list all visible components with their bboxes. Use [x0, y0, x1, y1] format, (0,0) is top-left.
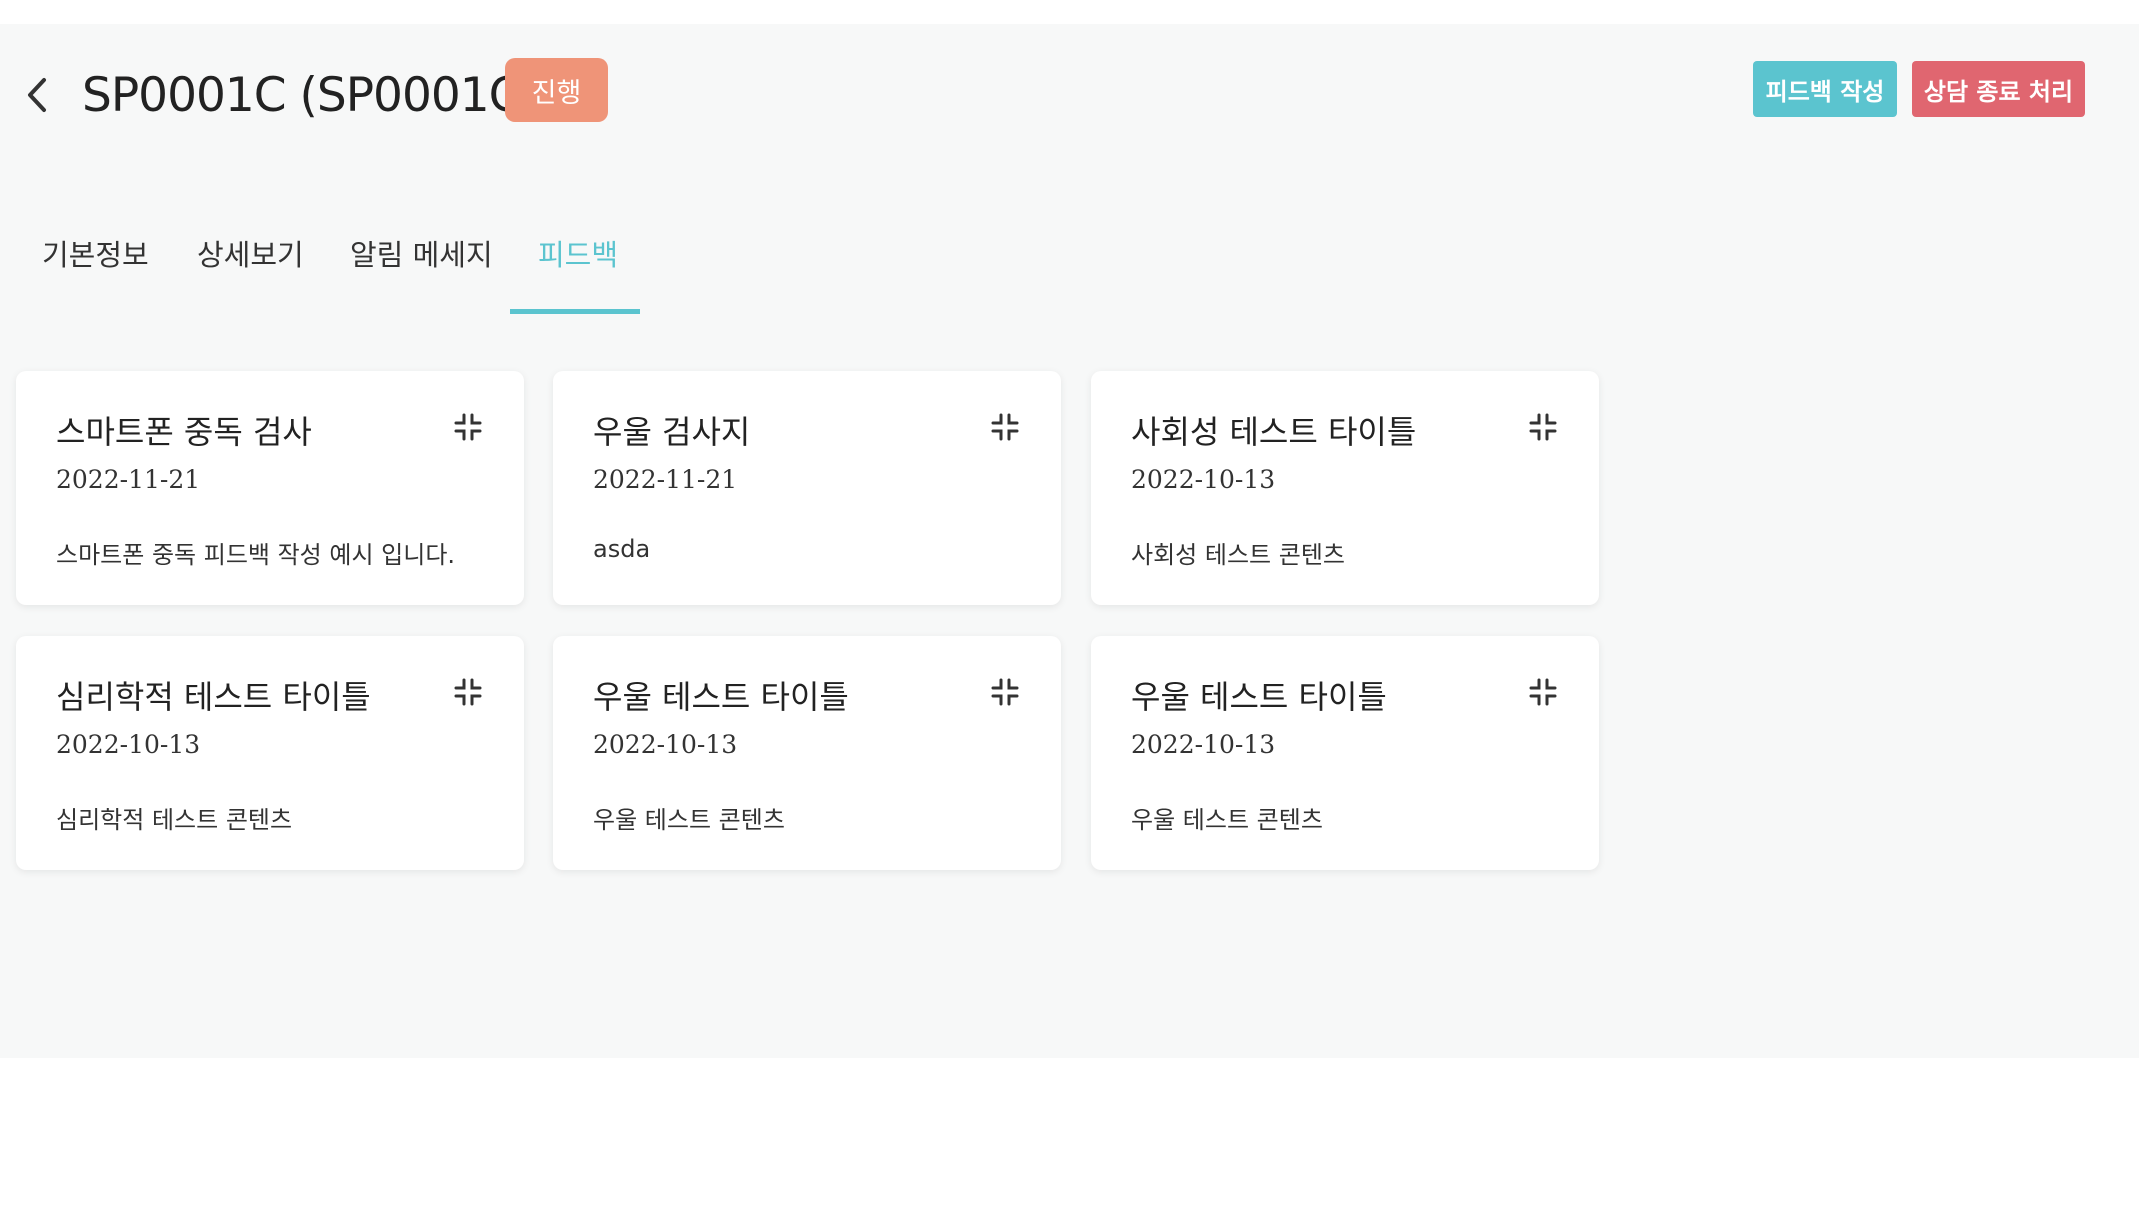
page-header: SP0001C (SP0001C1) 진행 피드백 작성 상담 종료 처리: [0, 56, 2139, 136]
feedback-card[interactable]: 사회성 테스트 타이틀 2022-10-13 사회성 테스트 콘텐츠: [1091, 371, 1599, 605]
card-title: 우울 검사지: [593, 413, 751, 451]
tab-details[interactable]: 상세보기: [197, 232, 304, 312]
feedback-card[interactable]: 스마트폰 중독 검사 2022-11-21 스마트폰 중독 피드백 작성 예시 …: [16, 371, 524, 605]
card-title: 사회성 테스트 타이틀: [1131, 413, 1417, 451]
chevron-left-icon: [28, 78, 46, 112]
card-title: 우울 테스트 타이틀: [1131, 678, 1387, 716]
card-content: 우울 테스트 콘텐츠: [1131, 806, 1323, 834]
card-title: 우울 테스트 타이틀: [593, 678, 849, 716]
collapse-icon[interactable]: [991, 678, 1019, 706]
feedback-card[interactable]: 우울 테스트 타이틀 2022-10-13 우울 테스트 콘텐츠: [553, 636, 1061, 870]
card-content: 스마트폰 중독 피드백 작성 예시 입니다.: [56, 541, 456, 569]
active-tab-indicator: [510, 309, 640, 314]
card-date: 2022-10-13: [1131, 730, 1276, 759]
collapse-icon[interactable]: [1529, 413, 1557, 441]
card-date: 2022-10-13: [56, 730, 201, 759]
page-title: SP0001C (SP0001C1): [82, 68, 568, 123]
end-consultation-button[interactable]: 상담 종료 처리: [1912, 61, 2085, 117]
card-title: 심리학적 테스트 타이틀: [56, 678, 371, 716]
card-content: 우울 테스트 콘텐츠: [593, 806, 785, 834]
tab-feedback[interactable]: 피드백: [538, 232, 618, 312]
status-badge: 진행: [505, 58, 608, 122]
card-content: 사회성 테스트 콘텐츠: [1131, 541, 1345, 569]
collapse-icon[interactable]: [1529, 678, 1557, 706]
tab-bar: 기본정보 상세보기 알림 메세지 피드백: [0, 214, 700, 319]
feedback-card[interactable]: 심리학적 테스트 타이틀 2022-10-13 심리학적 테스트 콘텐츠: [16, 636, 524, 870]
card-title: 스마트폰 중독 검사: [56, 413, 312, 451]
feedback-card[interactable]: 우울 검사지 2022-11-21 asda: [553, 371, 1061, 605]
tab-notification-message[interactable]: 알림 메세지: [350, 232, 493, 312]
collapse-icon[interactable]: [454, 678, 482, 706]
collapse-icon[interactable]: [991, 413, 1019, 441]
back-button[interactable]: [14, 70, 64, 120]
write-feedback-button[interactable]: 피드백 작성: [1753, 61, 1897, 117]
card-date: 2022-10-13: [593, 730, 738, 759]
card-date: 2022-11-21: [56, 465, 201, 494]
card-date: 2022-11-21: [593, 465, 738, 494]
card-date: 2022-10-13: [1131, 465, 1276, 494]
card-content: 심리학적 테스트 콘텐츠: [56, 806, 293, 834]
collapse-icon[interactable]: [454, 413, 482, 441]
app-container: SP0001C (SP0001C1) 진행 피드백 작성 상담 종료 처리 기본…: [0, 24, 2139, 1058]
feedback-card[interactable]: 우울 테스트 타이틀 2022-10-13 우울 테스트 콘텐츠: [1091, 636, 1599, 870]
tab-basic-info[interactable]: 기본정보: [42, 232, 149, 312]
card-content: asda: [593, 535, 651, 563]
